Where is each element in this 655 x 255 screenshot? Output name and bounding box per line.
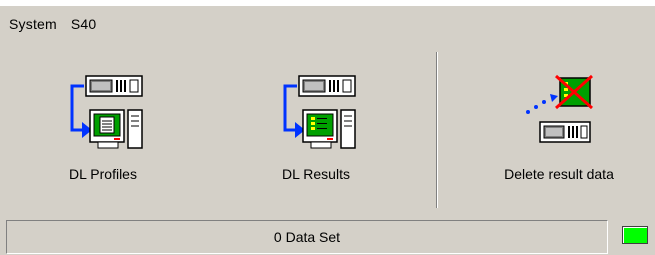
dl-results-label: DL Results [282,166,350,182]
dl-results-button[interactable]: DL Results [241,68,391,196]
system-header: System S40 [9,16,96,32]
vertical-divider [436,52,437,208]
dl-profiles-label: DL Profiles [69,166,137,182]
delete-result-data-button[interactable]: Delete result data [484,68,634,196]
system-device-label: S40 [70,16,97,32]
main-panel: System S40 DL Profiles DL Results Delete… [0,0,655,255]
top-border [0,0,655,6]
status-bar: 0 Data Set [6,220,608,254]
dl-profiles-button[interactable]: DL Profiles [28,68,178,196]
system-section-label: System [9,16,57,32]
download-profiles-icon [58,74,148,165]
delete-result-data-label: Delete result data [504,166,614,182]
status-text: 0 Data Set [273,229,341,245]
download-results-icon [271,74,361,165]
status-indicator-panel [614,220,654,254]
delete-results-icon [514,74,604,165]
status-led-icon [622,226,648,244]
